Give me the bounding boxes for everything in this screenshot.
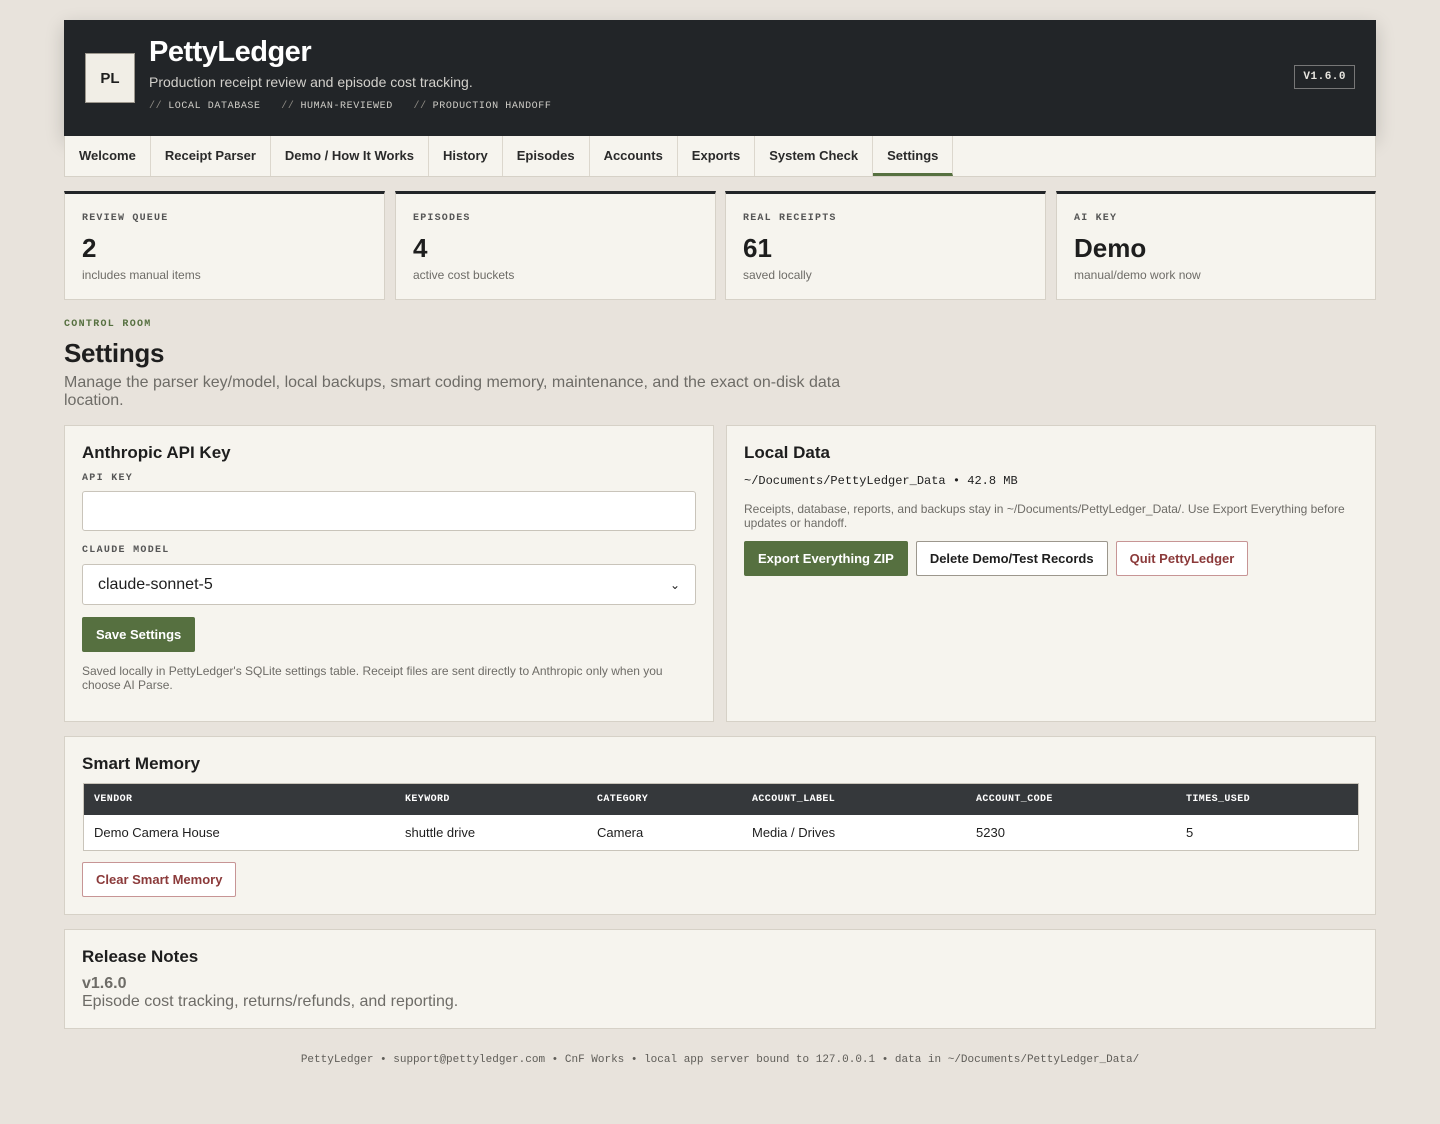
stat-card-review-queue: REVIEW QUEUE 2 includes manual items	[64, 191, 385, 300]
table-row: Demo Camera House shuttle drive Camera M…	[84, 815, 1358, 850]
app-subtitle: Production receipt review and episode co…	[149, 74, 473, 90]
clear-smart-memory-button[interactable]: Clear Smart Memory	[82, 862, 237, 897]
app-header: PL PettyLedger Production receipt review…	[64, 20, 1376, 136]
release-notes-panel: Release Notes v1.6.0 Episode cost tracki…	[64, 929, 1376, 1029]
stat-label: AI KEY	[1074, 213, 1118, 224]
stat-value: 4	[413, 233, 428, 263]
api-key-label: API KEY	[82, 473, 134, 484]
panel-title: Release Notes	[82, 947, 199, 966]
stat-note: active cost buckets	[413, 268, 515, 282]
stat-card-episodes: EPISODES 4 active cost buckets	[395, 191, 716, 300]
page-eyebrow: CONTROL ROOM	[64, 319, 152, 330]
column-header: CATEGORY	[597, 794, 649, 805]
stat-note: manual/demo work now	[1074, 268, 1201, 282]
release-text: Episode cost tracking, returns/refunds, …	[82, 993, 459, 1010]
tab-welcome[interactable]: Welcome	[65, 136, 151, 176]
api-key-input[interactable]	[82, 491, 696, 531]
page-title: Settings	[64, 338, 165, 368]
stat-label: REVIEW QUEUE	[82, 213, 169, 224]
table-cell: Demo Camera House	[94, 825, 220, 840]
stat-card-ai-key: AI KEY Demo manual/demo work now	[1056, 191, 1376, 300]
tab-history[interactable]: History	[429, 136, 503, 176]
panel-title: Local Data	[744, 443, 830, 462]
tab-exports[interactable]: Exports	[678, 136, 756, 176]
column-header: VENDOR	[94, 794, 133, 805]
tab-receipt-parser[interactable]: Receipt Parser	[151, 136, 271, 176]
tab-accounts[interactable]: Accounts	[590, 136, 678, 176]
release-version: v1.6.0	[82, 975, 127, 992]
app-logo: PL	[85, 53, 135, 103]
stat-note: includes manual items	[82, 268, 201, 282]
column-header: KEYWORD	[405, 794, 450, 805]
export-everything-button[interactable]: Export Everything ZIP	[744, 541, 908, 576]
local-data-panel: Local Data ~/Documents/PettyLedger_Data …	[726, 425, 1376, 722]
quit-button[interactable]: Quit PettyLedger	[1115, 541, 1249, 576]
table-cell: Camera	[597, 825, 644, 840]
version-badge: V1.6.0	[1294, 65, 1355, 89]
column-header: TIMES_USED	[1186, 794, 1251, 805]
app-title: PettyLedger	[149, 36, 312, 68]
tab-episodes[interactable]: Episodes	[503, 136, 590, 176]
header-tag: //PRODUCTION HANDOFF	[413, 101, 552, 112]
api-key-panel: Anthropic API Key API KEY CLAUDE MODEL c…	[64, 425, 714, 722]
delete-demo-records-button[interactable]: Delete Demo/Test Records	[915, 541, 1108, 576]
stat-value: Demo	[1074, 233, 1147, 263]
stat-value: 61	[743, 233, 772, 263]
save-settings-button[interactable]: Save Settings	[82, 617, 196, 652]
main-nav: Welcome Receipt Parser Demo / How It Wor…	[64, 136, 1376, 177]
footer: PettyLedger • support@pettyledger.com • …	[300, 1054, 1140, 1066]
stat-label: REAL RECEIPTS	[743, 213, 837, 224]
model-label: CLAUDE MODEL	[82, 545, 170, 556]
tab-demo[interactable]: Demo / How It Works	[271, 136, 429, 176]
data-path-info: ~/Documents/PettyLedger_Data • 42.8 MB	[744, 474, 1018, 488]
local-data-actions: Export Everything ZIP Delete Demo/Test R…	[744, 541, 1249, 576]
tab-system-check[interactable]: System Check	[755, 136, 874, 176]
stat-value: 2	[82, 233, 97, 263]
chevron-down-icon: ⌄	[669, 577, 680, 592]
table-cell: shuttle drive	[405, 825, 476, 840]
table-cell: Media / Drives	[752, 825, 836, 840]
header-tag: //LOCAL DATABASE	[149, 101, 261, 112]
smart-memory-panel: Smart Memory VENDOR KEYWORD CATEGORY ACC…	[64, 736, 1376, 915]
column-header: ACCOUNT_CODE	[976, 794, 1053, 805]
tab-settings[interactable]: Settings	[873, 136, 954, 176]
header-tags: //LOCAL DATABASE //HUMAN-REVIEWED //PROD…	[149, 101, 566, 112]
stat-label: EPISODES	[413, 213, 471, 224]
api-key-help: Saved locally in PettyLedger's SQLite se…	[82, 664, 663, 692]
table-cell: 5230	[976, 825, 1005, 840]
local-data-description: Receipts, database, reports, and backups…	[744, 502, 1345, 530]
model-select[interactable]: claude-sonnet-5 ⌄	[82, 564, 696, 605]
panel-title: Smart Memory	[82, 754, 201, 773]
stat-note: saved locally	[743, 268, 812, 282]
table-cell: 5	[1186, 825, 1194, 840]
smart-memory-table: VENDOR KEYWORD CATEGORY ACCOUNT_LABEL AC…	[83, 783, 1359, 851]
panel-title: Anthropic API Key	[82, 443, 231, 462]
model-select-value: claude-sonnet-5	[98, 575, 213, 593]
table-header: VENDOR KEYWORD CATEGORY ACCOUNT_LABEL AC…	[84, 784, 1358, 815]
header-tag: //HUMAN-REVIEWED	[281, 101, 393, 112]
stat-card-real-receipts: REAL RECEIPTS 61 saved locally	[725, 191, 1046, 300]
page-description: Manage the parser key/model, local backu…	[64, 374, 841, 409]
column-header: ACCOUNT_LABEL	[752, 794, 836, 805]
